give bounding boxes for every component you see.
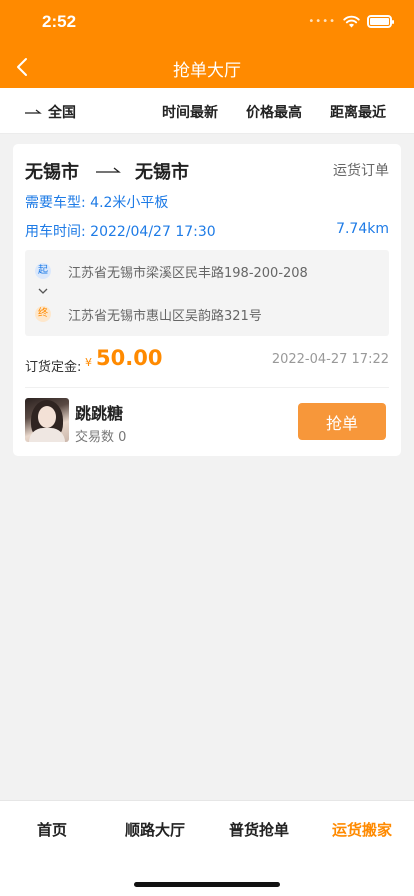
order-card[interactable]: 无锡市 无锡市 运货订单 需要车型: 4.2米小平板 用车时间: 2022/04… (13, 144, 401, 456)
wifi-icon (343, 15, 360, 28)
vehicle-type-label: 需要车型: (25, 195, 86, 211)
address-box: 起 江苏省无锡市梁溪区民丰路198-200-208 终 江苏省无锡市惠山区吴韵路… (25, 250, 389, 336)
header: 2:52 •••• 抢单大厅 (0, 0, 414, 88)
filter-distance-nearest[interactable]: 距离最近 (330, 102, 386, 122)
filter-bar: 全国 时间最新 价格最高 距离最近 (0, 88, 414, 134)
home-indicator (134, 882, 280, 887)
page-title: 抢单大厅 (173, 61, 241, 81)
route-arrow-icon (96, 167, 121, 173)
cellular-signal-icon: •••• (308, 16, 336, 27)
filter-time-newest[interactable]: 时间最新 (162, 102, 218, 122)
filter-region-label: 全国 (48, 105, 76, 121)
deposit-label: 订货定金: (25, 360, 82, 375)
tab-route-hall[interactable]: 顺路大厅 (103, 819, 207, 840)
vehicle-type: 需要车型: 4.2米小平板 (25, 192, 168, 212)
status-bar: 2:52 •••• (0, 0, 414, 44)
filter-region-all[interactable]: 全国 (24, 102, 76, 122)
destination-city: 无锡市 (135, 162, 189, 183)
distance: 7.74km (336, 221, 389, 237)
origin-city: 无锡市 (25, 162, 79, 183)
order-type-label: 运货订单 (333, 163, 389, 179)
user-name: 跳跳糖 (75, 404, 124, 423)
divider (25, 387, 389, 388)
battery-icon (367, 15, 394, 28)
arrow-right-icon (25, 109, 42, 114)
trade-count: 交易数 0 (75, 430, 127, 445)
start-marker-icon: 起 (35, 263, 51, 279)
chevron-down-icon (38, 288, 48, 294)
use-time-value: 2022/04/27 17:30 (90, 224, 216, 240)
vehicle-type-value: 4.2米小平板 (90, 195, 169, 211)
use-time: 用车时间: 2022/04/27 17:30 (25, 221, 216, 241)
avatar[interactable] (25, 398, 69, 442)
currency-symbol: ¥ (85, 356, 92, 369)
start-address: 江苏省无锡市梁溪区民丰路198-200-208 (68, 266, 308, 281)
use-time-label: 用车时间: (25, 224, 86, 240)
end-marker-icon: 终 (35, 306, 51, 322)
tab-general-cargo[interactable]: 普货抢单 (207, 819, 311, 840)
grab-order-button[interactable]: 抢单 (298, 403, 386, 440)
filter-price-highest[interactable]: 价格最高 (246, 102, 302, 122)
end-address: 江苏省无锡市惠山区吴韵路321号 (68, 309, 262, 324)
status-icons: •••• (308, 15, 394, 28)
deposit-amount: 50.00 (96, 346, 163, 370)
tab-moving-freight[interactable]: 运货搬家 (310, 819, 414, 840)
order-created-time: 2022-04-27 17:22 (271, 352, 389, 367)
tab-home[interactable]: 首页 (0, 819, 104, 840)
route: 无锡市 无锡市 (25, 158, 189, 184)
status-time: 2:52 (42, 12, 77, 31)
